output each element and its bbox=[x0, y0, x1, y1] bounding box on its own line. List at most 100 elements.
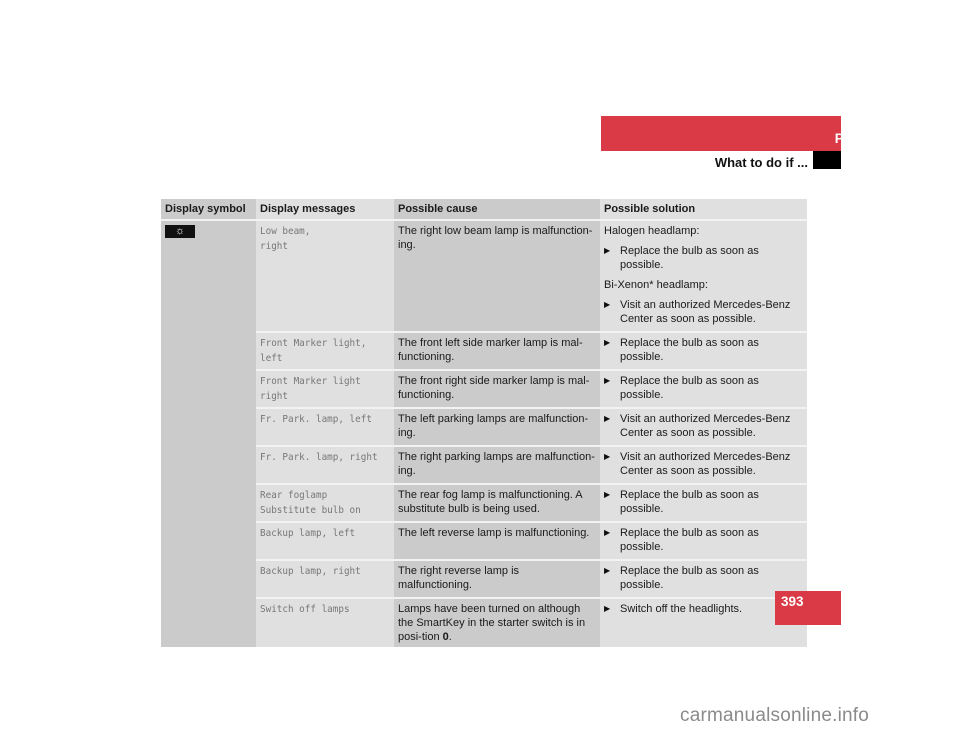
possible-cause-text: The front right side marker lamp is mal-… bbox=[398, 375, 590, 401]
display-message-line: right bbox=[260, 241, 288, 252]
possible-cause-text: The rear fog lamp is malfunctioning. A s… bbox=[398, 489, 583, 515]
column-header-possible-solution: Possible solution bbox=[600, 199, 807, 221]
watermark: carmanualsonline.info bbox=[680, 705, 870, 726]
display-messages-table: Display symbol Display messages Possible… bbox=[161, 199, 807, 647]
step-arrow-icon: ▶ bbox=[604, 414, 611, 423]
solution-step: ▶ Visit an authorized Mercedes-Benz Cente… bbox=[604, 412, 803, 440]
display-message-line: Switch off lamps bbox=[260, 604, 350, 615]
possible-cause-cell: The right reverse lamp is malfunctioning… bbox=[394, 560, 600, 599]
table-row: Backup lamp, right The right reverse lamp… bbox=[161, 560, 807, 599]
step-arrow-icon: ▶ bbox=[604, 566, 611, 575]
section-title: Practical hints bbox=[834, 131, 927, 146]
possible-cause-cell: The left parking lamps are malfunction-i… bbox=[394, 408, 600, 447]
column-header-display-symbol: Display symbol bbox=[161, 199, 256, 221]
possible-cause-cell: The front right side marker lamp is mal-… bbox=[394, 370, 600, 409]
table-row: Fr. Park. lamp, left The left parking lam… bbox=[161, 408, 807, 447]
display-message-line: Low beam, bbox=[260, 226, 311, 237]
step-arrow-icon: ▶ bbox=[604, 604, 611, 613]
solution-step-text: Replace the bulb as soon as possible. bbox=[620, 565, 759, 591]
table-row: Front Marker light, left The front left si… bbox=[161, 332, 807, 371]
possible-solution-cell: ▶ Visit an authorized Mercedes-Benz Cente… bbox=[600, 408, 807, 447]
table-row: Front Marker light right The front right s… bbox=[161, 370, 807, 409]
solution-heading: Halogen headlamp: bbox=[604, 225, 700, 237]
possible-cause-cell: The right parking lamps are malfunction-… bbox=[394, 446, 600, 485]
display-message-cell: Backup lamp, left bbox=[256, 522, 394, 561]
possible-cause-text: Lamps have been turned on although the S… bbox=[398, 603, 586, 643]
display-message-cell: Rear foglamp Substitute bulb on bbox=[256, 484, 394, 523]
solution-step: ▶ Replace the bulb as soon as possible. bbox=[604, 488, 803, 516]
display-message-line: right bbox=[260, 391, 288, 402]
possible-solution-cell: ▶ Replace the bulb as soon as possible. bbox=[600, 484, 807, 523]
solution-step: ▶ Replace the bulb as soon as possible. bbox=[604, 244, 803, 272]
possible-solution-cell: Halogen headlamp: ▶ Replace the bulb as so… bbox=[600, 220, 807, 333]
display-message-cell: Fr. Park. lamp, right bbox=[256, 446, 394, 485]
solution-step: ▶ Switch off the headlights. bbox=[604, 602, 803, 616]
step-arrow-icon: ▶ bbox=[604, 376, 611, 385]
display-message-line: Rear foglamp bbox=[260, 490, 328, 501]
solution-step-text: Replace the bulb as soon as possible. bbox=[620, 337, 759, 363]
solution-step: ▶ Replace the bulb as soon as possible. bbox=[604, 336, 803, 364]
possible-solution-cell: ▶ Replace the bulb as soon as possible. bbox=[600, 522, 807, 561]
solution-step-text: Visit an authorized Mercedes-Benz Center… bbox=[620, 299, 791, 325]
column-header-possible-cause: Possible cause bbox=[394, 199, 600, 221]
table-row: Fr. Park. lamp, right The right parking l… bbox=[161, 446, 807, 485]
possible-solution-cell: ▶ Replace the bulb as soon as possible. bbox=[600, 332, 807, 371]
solution-step: ▶ Visit an authorized Mercedes-Benz Cente… bbox=[604, 298, 803, 326]
possible-cause-cell: The front left side marker lamp is mal-f… bbox=[394, 332, 600, 371]
solution-step-text: Replace the bulb as soon as possible. bbox=[620, 527, 759, 553]
display-message-line: Fr. Park. lamp, right bbox=[260, 452, 378, 463]
possible-cause-text: The left parking lamps are malfunction-i… bbox=[398, 413, 589, 439]
display-message-cell: Front Marker light right bbox=[256, 370, 394, 409]
table-row: ☼ Low beam, right The right low beam lamp i… bbox=[161, 220, 807, 647]
possible-cause-text: The right parking lamps are malfunction-… bbox=[398, 451, 595, 477]
page-number: 393 bbox=[781, 594, 804, 609]
display-message-line: left bbox=[260, 353, 283, 364]
display-message-line: Front Marker light, bbox=[260, 338, 367, 349]
solution-step-text: Visit an authorized Mercedes-Benz Center… bbox=[620, 413, 791, 439]
solution-step: ▶ Replace the bulb as soon as possible. bbox=[604, 564, 803, 592]
solution-step-text: Replace the bulb as soon as possible. bbox=[620, 489, 759, 515]
possible-cause-cell: Lamps have been turned on although the S… bbox=[394, 598, 600, 647]
table-header-row: Display symbol Display messages Possible… bbox=[161, 199, 807, 221]
solution-heading: Bi-Xenon* headlamp: bbox=[604, 279, 708, 291]
solution-step-text: Replace the bulb as soon as possible. bbox=[620, 375, 759, 401]
display-message-line: Fr. Park. lamp, left bbox=[260, 414, 372, 425]
step-arrow-icon: ▶ bbox=[604, 300, 611, 309]
solution-step: ▶ Replace the bulb as soon as possible. bbox=[604, 374, 803, 402]
possible-cause-cell: The right low beam lamp is malfunction-i… bbox=[394, 220, 600, 333]
page-number-tab: 393 bbox=[775, 591, 841, 625]
possible-solution-cell: ▶ Visit an authorized Mercedes-Benz Cente… bbox=[600, 446, 807, 485]
table-row: Rear foglamp Substitute bulb on The rear f… bbox=[161, 484, 807, 523]
display-message-line: Backup lamp, left bbox=[260, 528, 356, 539]
display-message-cell: Backup lamp, right bbox=[256, 560, 394, 599]
step-arrow-icon: ▶ bbox=[604, 528, 611, 537]
possible-cause-text: The right low beam lamp is malfunction-i… bbox=[398, 225, 593, 251]
column-header-display-messages: Display messages bbox=[256, 199, 394, 221]
solution-step: ▶ Replace the bulb as soon as possible. bbox=[604, 526, 803, 554]
possible-cause-text: The right reverse lamp is malfunctioning… bbox=[398, 565, 520, 591]
step-arrow-icon: ▶ bbox=[604, 338, 611, 347]
possible-cause-text: The front left side marker lamp is mal-f… bbox=[398, 337, 583, 363]
cause-end-punctuation: . bbox=[448, 631, 452, 643]
solution-step: ▶ Visit an authorized Mercedes-Benz Cente… bbox=[604, 450, 803, 478]
display-message-cell: Fr. Park. lamp, left bbox=[256, 408, 394, 447]
display-message-cell: Switch off lamps bbox=[256, 598, 394, 647]
display-message-cell: Low beam, right bbox=[256, 220, 394, 333]
display-message-line: Front Marker light bbox=[260, 376, 361, 387]
possible-solution-cell: ▶ Replace the bulb as soon as possible. bbox=[600, 370, 807, 409]
low-beam-lamp-icon: ☼ bbox=[165, 225, 195, 238]
table-row: Switch off lamps Lamps have been turned o… bbox=[161, 598, 807, 647]
possible-cause-cell: The rear fog lamp is malfunctioning. A s… bbox=[394, 484, 600, 523]
section-header-bar bbox=[601, 116, 841, 151]
solution-step-text: Replace the bulb as soon as possible. bbox=[620, 245, 759, 271]
table-row: Backup lamp, left The left reverse lamp i… bbox=[161, 522, 807, 561]
solution-step-text: Visit an authorized Mercedes-Benz Center… bbox=[620, 451, 791, 477]
display-message-line: Backup lamp, right bbox=[260, 566, 361, 577]
display-message-line: Substitute bulb on bbox=[260, 505, 361, 516]
display-symbol-cell: ☼ bbox=[161, 220, 256, 647]
possible-cause-text: The left reverse lamp is malfunctioning. bbox=[398, 527, 590, 539]
subsection-title: What to do if ... bbox=[714, 155, 808, 170]
solution-step-text: Switch off the headlights. bbox=[620, 603, 743, 615]
display-message-cell: Front Marker light, left bbox=[256, 332, 394, 371]
step-arrow-icon: ▶ bbox=[604, 452, 611, 461]
